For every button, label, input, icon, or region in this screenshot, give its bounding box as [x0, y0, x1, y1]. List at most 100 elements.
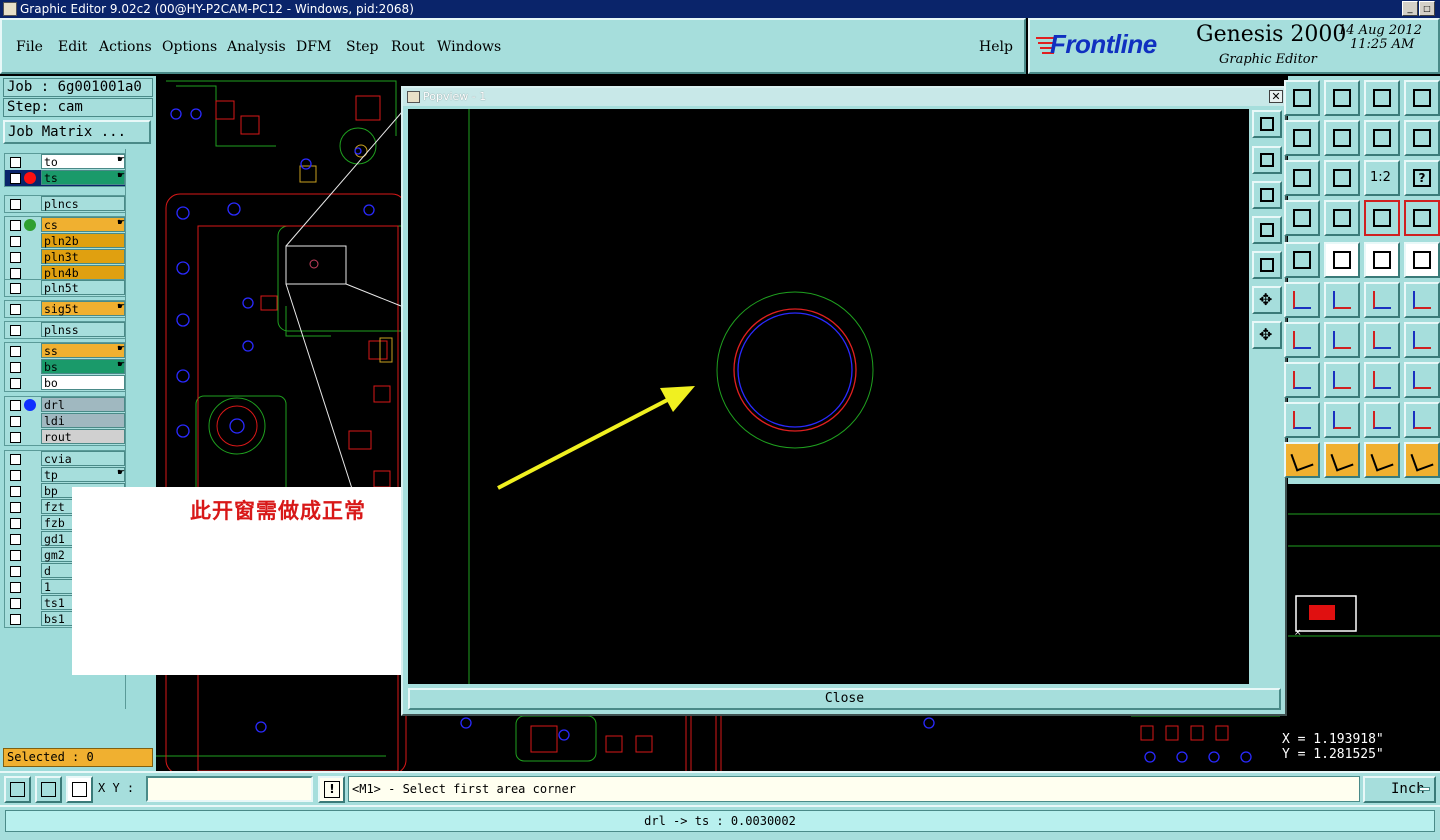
layer-checkbox[interactable]: [10, 550, 21, 561]
layer-name[interactable]: drl: [41, 397, 125, 412]
layer-checkbox[interactable]: [10, 582, 21, 593]
layer-checkbox[interactable]: [10, 416, 21, 427]
zoom-center-button[interactable]: [1324, 160, 1360, 196]
popview-zoom-in-button[interactable]: ✥: [1252, 286, 1282, 314]
layer-name[interactable]: plncs: [41, 196, 125, 211]
layer-checkbox[interactable]: [10, 432, 21, 443]
layer-checkbox[interactable]: [10, 325, 21, 336]
pointer-box-button[interactable]: [1324, 442, 1360, 478]
layer-checkbox[interactable]: [10, 157, 21, 168]
help-button[interactable]: ?: [1404, 160, 1440, 196]
color-edit-button[interactable]: [1324, 242, 1360, 278]
units-dropdown[interactable]: Inch: [1363, 776, 1436, 803]
layer-name[interactable]: ldi: [41, 413, 125, 428]
delete-x-button[interactable]: [1324, 282, 1360, 318]
mirror-button[interactable]: [1404, 322, 1440, 358]
layer-name[interactable]: rout: [41, 429, 125, 444]
dot-pad-button[interactable]: [1404, 242, 1440, 278]
pan-right-2-button[interactable]: [1324, 120, 1360, 156]
layer-checkbox[interactable]: [10, 470, 21, 481]
layer-row-bs[interactable]: bs ☛: [5, 359, 125, 375]
arc-c-button[interactable]: [1364, 402, 1400, 438]
go-back-button[interactable]: [1364, 120, 1400, 156]
ruler-button[interactable]: [1364, 242, 1400, 278]
alert-button[interactable]: !: [318, 776, 345, 803]
drc-red-button[interactable]: [1364, 200, 1400, 236]
layer-checkbox[interactable]: [10, 614, 21, 625]
popview-pan-left-button[interactable]: [1252, 216, 1282, 244]
layer-checkbox[interactable]: [10, 283, 21, 294]
popview-pan-right-button[interactable]: [1252, 251, 1282, 279]
layer-name[interactable]: to: [41, 154, 125, 169]
measure-mode-button[interactable]: [35, 776, 62, 803]
arc-b-button[interactable]: [1324, 402, 1360, 438]
pointer-button[interactable]: [1284, 442, 1320, 478]
layer-checkbox[interactable]: [10, 220, 21, 231]
snap-mode-button[interactable]: [4, 776, 31, 803]
layer-name[interactable]: cs: [41, 217, 125, 232]
layer-name[interactable]: bo: [41, 375, 125, 390]
menu-dfm[interactable]: DFM: [296, 39, 331, 55]
maximize-button[interactable]: □: [1419, 1, 1435, 16]
drc-red-2-button[interactable]: [1404, 200, 1440, 236]
move-red-button[interactable]: [1364, 282, 1400, 318]
arc-d-button[interactable]: [1404, 402, 1440, 438]
layer-row-drl[interactable]: drl: [5, 397, 125, 413]
layer-checkbox[interactable]: [10, 400, 21, 411]
cut-button[interactable]: [1324, 362, 1360, 398]
layer-name[interactable]: ts: [41, 170, 125, 185]
layer-name[interactable]: tp: [41, 467, 125, 482]
layer-checkbox[interactable]: [10, 378, 21, 389]
job-matrix-button[interactable]: Job Matrix ...: [3, 120, 151, 144]
pan-left-button[interactable]: [1324, 80, 1360, 116]
ref-point-button[interactable]: [1284, 242, 1320, 278]
grid-mode-button[interactable]: [66, 776, 93, 803]
minimize-button[interactable]: _: [1402, 1, 1418, 16]
layer-row-ldi[interactable]: ldi: [5, 413, 125, 429]
layer-row-ts[interactable]: ts ☛: [5, 170, 125, 186]
popview-close-button[interactable]: Close: [408, 688, 1281, 710]
grid-button[interactable]: [1324, 200, 1360, 236]
zoom-box-button[interactable]: [1284, 160, 1320, 196]
split-view-button[interactable]: [1404, 80, 1440, 116]
menu-options[interactable]: Options: [162, 39, 217, 55]
layer-checkbox[interactable]: [10, 486, 21, 497]
popview-zoom-fit-button[interactable]: [1252, 110, 1282, 138]
layer-row-plnss[interactable]: plnss: [5, 322, 125, 338]
layer-checkbox[interactable]: [10, 199, 21, 210]
layer-checkbox[interactable]: [10, 518, 21, 529]
connect-blue-button[interactable]: [1284, 282, 1320, 318]
group-button[interactable]: [1404, 362, 1440, 398]
layer-row-plncs[interactable]: plncs: [5, 196, 125, 212]
layer-checkbox[interactable]: [10, 362, 21, 373]
rotate-button[interactable]: [1364, 322, 1400, 358]
layer-row-ss[interactable]: ss ☛: [5, 343, 125, 359]
line-red-button[interactable]: [1284, 322, 1320, 358]
snake-button[interactable]: [1404, 120, 1440, 156]
popview-pan-down-button[interactable]: [1252, 181, 1282, 209]
popview-close-icon[interactable]: ✕: [1269, 90, 1283, 103]
layer-row-bo[interactable]: bo: [5, 375, 125, 391]
layer-name[interactable]: ss: [41, 343, 125, 358]
move-red-2-button[interactable]: [1404, 282, 1440, 318]
layer-checkbox[interactable]: [10, 236, 21, 247]
layer-checkbox[interactable]: [10, 268, 21, 279]
select-up-button[interactable]: [1284, 80, 1320, 116]
popview-pan-up-button[interactable]: [1252, 146, 1282, 174]
layer-checkbox[interactable]: [10, 304, 21, 315]
tool-a-button[interactable]: [1284, 200, 1320, 236]
line-draw-button[interactable]: [1324, 322, 1360, 358]
menu-edit[interactable]: Edit: [58, 39, 87, 55]
layer-name[interactable]: pln5t: [41, 280, 125, 295]
layer-checkbox[interactable]: [10, 173, 21, 184]
menu-actions[interactable]: Actions: [99, 39, 152, 55]
menu-step[interactable]: Step: [346, 39, 378, 55]
layer-checkbox[interactable]: [10, 454, 21, 465]
layer-checkbox[interactable]: [10, 346, 21, 357]
layer-row-cvia[interactable]: cvia: [5, 451, 125, 467]
layer-row-sig5t[interactable]: sig5t ☛: [5, 301, 125, 317]
overview-map[interactable]: ×: [1288, 484, 1440, 728]
home-button[interactable]: [1364, 80, 1400, 116]
menu-rout[interactable]: Rout: [391, 39, 425, 55]
layer-row-cs[interactable]: cs ☛: [5, 217, 125, 233]
